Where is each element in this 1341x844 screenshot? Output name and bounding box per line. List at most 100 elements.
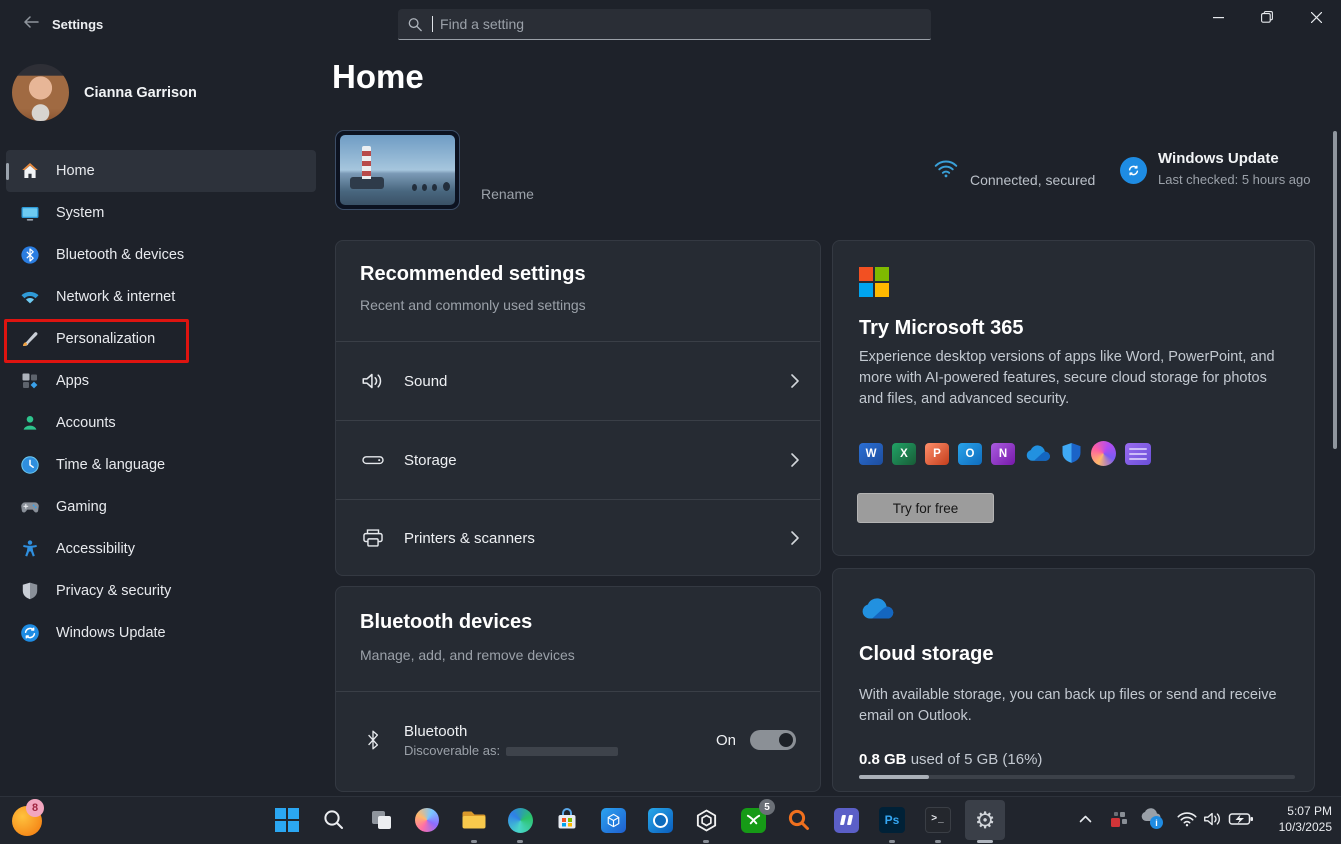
outlook-icon: O (958, 443, 982, 465)
cloud-storage-card: Cloud storage With available storage, yo… (832, 568, 1315, 792)
scrollbar-thumb[interactable] (1333, 131, 1337, 449)
chevron-right-icon (790, 452, 800, 468)
bluetooth-toggle[interactable] (750, 730, 796, 750)
avatar[interactable] (12, 64, 69, 121)
toggle-state-label: On (716, 732, 736, 749)
shield-icon (20, 581, 40, 601)
sidebar-item-home[interactable]: Home (6, 150, 316, 192)
onedrive-cloud-icon (859, 597, 896, 621)
page-title: Home (332, 58, 424, 96)
restore-icon (1261, 11, 1273, 23)
sidebar-item-label: Windows Update (56, 625, 166, 641)
taskbar-search-button[interactable] (314, 800, 354, 840)
taskbar-mattermost-button[interactable] (826, 800, 866, 840)
storage-usage-text: 0.8 GB used of 5 GB (16%) (859, 751, 1042, 768)
tray-chevron-button[interactable] (1072, 806, 1098, 832)
widget-badge: 8 (26, 799, 44, 817)
windows-update-status-icon (1120, 157, 1147, 184)
clock-date: 10/3/2025 (1252, 819, 1332, 835)
redacted-device-name (506, 747, 618, 756)
taskbar-file-explorer-button[interactable] (454, 800, 494, 840)
lighthouse (362, 146, 371, 179)
apps-icon (20, 371, 40, 391)
sea-post (432, 184, 437, 191)
text-caret (432, 16, 433, 32)
sidebar-item-network[interactable]: Network & internet (6, 276, 316, 318)
accessibility-icon (20, 539, 40, 559)
active-running-indicator (977, 840, 993, 843)
tray-battery-icon[interactable] (1228, 810, 1254, 828)
sidebar-item-label: Network & internet (56, 289, 175, 305)
user-name: Cianna Garrison (84, 85, 197, 101)
setting-row-storage[interactable]: Storage (336, 421, 820, 499)
taskbar-task-view-button[interactable] (361, 800, 401, 840)
taskbar-settings-button[interactable]: ⚙ (965, 800, 1005, 840)
sidebar-item-bluetooth[interactable]: Bluetooth & devices (6, 234, 316, 276)
wifi-icon (20, 287, 40, 307)
sidebar-item-label: Apps (56, 373, 89, 389)
taskbar-edge-button[interactable] (500, 800, 540, 840)
sidebar-item-gaming[interactable]: Gaming (6, 486, 316, 528)
sidebar-item-accessibility[interactable]: Accessibility (6, 528, 316, 570)
tray-wifi-icon[interactable] (1176, 810, 1198, 828)
taskbar-chatgpt-button[interactable] (686, 800, 726, 840)
powerpoint-icon: P (925, 443, 949, 465)
taskbar-search-app-button[interactable] (779, 800, 819, 840)
sidebar-item-label: Accounts (56, 415, 116, 431)
setting-row-sound[interactable]: Sound (336, 342, 820, 420)
task-view-icon (370, 809, 392, 831)
cube-app-icon (601, 808, 626, 833)
search-box[interactable] (398, 9, 931, 40)
taskbar-outlook-button[interactable] (640, 800, 680, 840)
search-input[interactable] (438, 15, 921, 33)
personalization-icon (20, 329, 40, 349)
microsoft-365-app-icon (1125, 443, 1151, 465)
setting-row-label: Storage (404, 452, 457, 469)
excel-icon: X (892, 443, 916, 465)
sidebar-item-windows-update[interactable]: Windows Update (6, 612, 316, 654)
setting-row-printers[interactable]: Printers & scanners (336, 499, 820, 576)
taskbar-start-button[interactable] (267, 800, 307, 840)
sidebar-item-label: Home (56, 163, 95, 179)
sidebar-item-time-language[interactable]: Time & language (6, 444, 316, 486)
minimize-icon (1213, 12, 1224, 23)
bluetooth-row-label: Bluetooth (404, 723, 618, 740)
sidebar-item-personalization[interactable]: Personalization (6, 318, 316, 360)
printer-icon (360, 527, 386, 549)
taskbar-terminal-button[interactable]: >_ (918, 800, 958, 840)
sidebar-item-accounts[interactable]: Accounts (6, 402, 316, 444)
windows-update-status-subtitle: Last checked: 5 hours ago (1158, 172, 1311, 187)
wallpaper-preview (340, 135, 455, 205)
network-status-label: Connected, secured (970, 172, 1095, 188)
sidebar-item-apps[interactable]: Apps (6, 360, 316, 402)
rename-button[interactable]: Rename (481, 186, 534, 202)
running-indicator (935, 840, 941, 843)
settings-gear-icon: ⚙ (975, 807, 996, 834)
search-icon (408, 17, 422, 32)
back-button[interactable] (14, 8, 48, 36)
sidebar-item-system[interactable]: System (6, 192, 316, 234)
taskbar-photoshop-button[interactable]: Ps (872, 800, 912, 840)
try-for-free-button[interactable]: Try for free (857, 493, 994, 523)
restore-button[interactable] (1244, 0, 1290, 34)
sidebar-item-label: Bluetooth & devices (56, 247, 184, 263)
chevron-right-icon (790, 373, 800, 389)
close-button[interactable] (1293, 0, 1339, 34)
taskbar-dev-app-button[interactable] (593, 800, 633, 840)
file-explorer-icon (461, 809, 487, 831)
recommended-settings-card: Recommended settings Recent and commonly… (335, 240, 821, 576)
xbox-badge: 5 (759, 799, 775, 815)
minimize-button[interactable] (1195, 0, 1241, 34)
tray-volume-icon[interactable] (1202, 809, 1224, 829)
outlook-icon (648, 808, 673, 833)
taskbar-store-button[interactable] (547, 800, 587, 840)
taskbar-clock[interactable]: 5:07 PM 10/3/2025 (1252, 803, 1332, 835)
bluetooth-toggle-row[interactable]: Bluetooth Discoverable as: On (336, 692, 820, 788)
tray-onedrive-status-icon[interactable]: i (1138, 806, 1166, 832)
bluetooth-devices-card: Bluetooth devices Manage, add, and remov… (335, 586, 821, 792)
taskbar-copilot-button[interactable] (407, 800, 447, 840)
system-icon (20, 203, 40, 223)
sidebar-item-privacy[interactable]: Privacy & security (6, 570, 316, 612)
copilot-icon (415, 808, 439, 832)
tray-app-icon[interactable] (1108, 808, 1130, 830)
